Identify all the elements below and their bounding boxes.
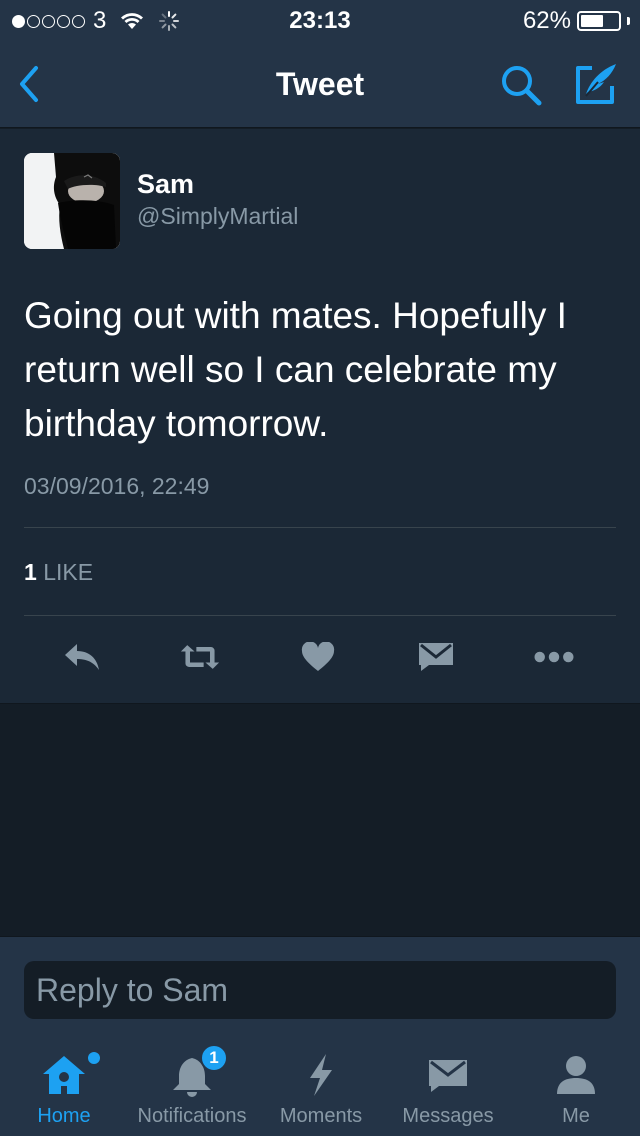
battery-percent: 62%: [522, 7, 571, 34]
avatar[interactable]: [24, 153, 120, 249]
more-options-button[interactable]: [534, 637, 574, 677]
author-name[interactable]: Sam: [137, 169, 194, 200]
page-title: Tweet: [275, 66, 365, 102]
tab-label: Home: [37, 1105, 91, 1127]
tab-label: Messages: [402, 1105, 494, 1127]
tab-label: Me: [562, 1105, 590, 1127]
tab-home[interactable]: Home: [8, 1036, 120, 1136]
more-icon: [534, 651, 574, 663]
reply-button[interactable]: [62, 637, 102, 677]
tab-label: Moments: [279, 1105, 363, 1127]
notification-badge: 1: [200, 1044, 228, 1072]
avatar-photo: [24, 153, 120, 249]
retweet-icon: [180, 645, 220, 669]
reply-bar: Reply to Sam: [0, 936, 640, 1036]
divider: [24, 615, 616, 616]
search-icon[interactable]: [498, 62, 544, 108]
home-icon: [43, 1056, 85, 1094]
reply-input[interactable]: Reply to Sam: [24, 961, 616, 1019]
like-count-number: 1: [24, 559, 37, 585]
likes-count[interactable]: 1 LIKE: [24, 559, 93, 586]
tab-me[interactable]: Me: [520, 1036, 632, 1136]
tab-bar: Home 1 Notifications Moments Messages Me: [0, 1036, 640, 1136]
retweet-button[interactable]: [180, 637, 220, 677]
home-new-dot: [88, 1052, 100, 1064]
direct-message-button[interactable]: [416, 637, 456, 677]
compose-tweet-icon[interactable]: [572, 60, 620, 108]
status-right: 62%: [523, 7, 630, 35]
tweet-timestamp: 03/09/2016, 22:49: [24, 473, 210, 499]
like-count-label: LIKE: [43, 559, 94, 585]
tab-notifications[interactable]: 1 Notifications: [128, 1036, 256, 1136]
divider: [24, 527, 616, 528]
author-handle[interactable]: @SimplyMartial: [137, 203, 298, 230]
envelope-icon: [429, 1060, 467, 1092]
person-icon: [557, 1056, 595, 1094]
envelope-icon: [419, 643, 453, 671]
heart-icon: [301, 642, 335, 671]
tweet-detail: Sam @SimplyMartial Going out with mates.…: [0, 129, 640, 704]
tab-label: Notifications: [137, 1105, 247, 1127]
tab-moments[interactable]: Moments: [266, 1036, 376, 1136]
reply-icon: [65, 644, 99, 670]
status-bar: 3 23:13 62%: [0, 0, 640, 40]
lightning-icon: [310, 1054, 332, 1096]
battery-icon: [577, 11, 621, 31]
navigation-bar: Tweet: [0, 40, 640, 128]
tab-messages[interactable]: Messages: [388, 1036, 508, 1136]
like-button[interactable]: [298, 637, 338, 677]
tweet-text: Going out with mates. Hopefully I return…: [24, 295, 567, 444]
